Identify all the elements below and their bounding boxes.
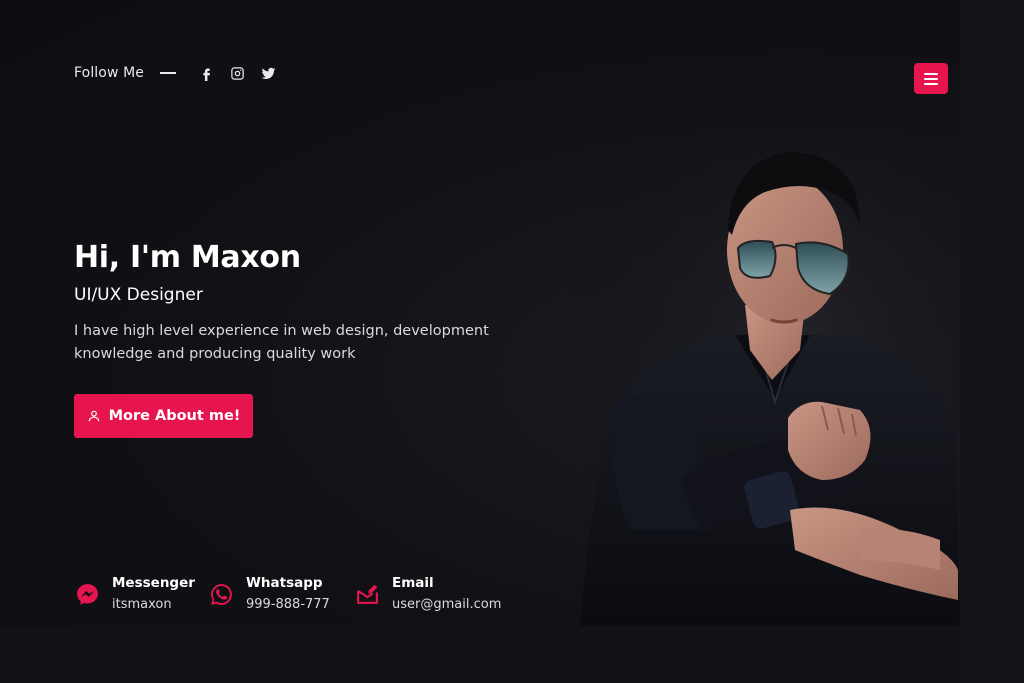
facebook-icon[interactable] bbox=[198, 64, 216, 82]
whatsapp-icon bbox=[208, 581, 234, 607]
contact-value: itsmaxon bbox=[112, 597, 172, 612]
contact-value: 999-888-777 bbox=[246, 597, 330, 612]
user-icon bbox=[88, 410, 99, 422]
messenger-icon bbox=[74, 581, 100, 607]
contact-whatsapp[interactable]: Whatsapp 999-888-777 bbox=[208, 574, 330, 614]
contact-title: Email bbox=[392, 575, 434, 591]
menu-button[interactable] bbox=[914, 63, 948, 94]
hero-description: I have high level experience in web desi… bbox=[74, 323, 489, 362]
hamburger-icon-line-3 bbox=[924, 82, 938, 85]
twitter-icon[interactable] bbox=[260, 64, 278, 82]
contact-title: Whatsapp bbox=[246, 575, 323, 591]
page: Follow Me Hi, I'm Maxon UI/UX Designer I… bbox=[0, 0, 1024, 683]
contact-value: user@gmail.com bbox=[392, 597, 502, 612]
contact-email[interactable]: Email user@gmail.com bbox=[354, 574, 501, 614]
contact-title: Messenger bbox=[112, 575, 195, 591]
follow-bar: Follow Me bbox=[74, 62, 291, 84]
bottom-band bbox=[0, 626, 960, 683]
hero-role: UI/UX Designer bbox=[74, 285, 203, 305]
hero-title: Hi, I'm Maxon bbox=[74, 240, 301, 275]
right-edge-strip bbox=[960, 0, 1024, 683]
profile-photo bbox=[560, 130, 960, 626]
follow-label: Follow Me bbox=[74, 65, 144, 81]
more-about-me-button[interactable]: More About me! bbox=[74, 394, 253, 438]
follow-divider bbox=[159, 72, 176, 74]
contact-messenger[interactable]: Messenger itsmaxon bbox=[74, 574, 195, 614]
email-icon bbox=[354, 581, 380, 607]
more-about-me-label: More About me! bbox=[108, 408, 241, 424]
instagram-icon[interactable] bbox=[229, 64, 247, 82]
hamburger-icon-line-2 bbox=[924, 77, 938, 80]
hamburger-icon bbox=[924, 72, 938, 75]
